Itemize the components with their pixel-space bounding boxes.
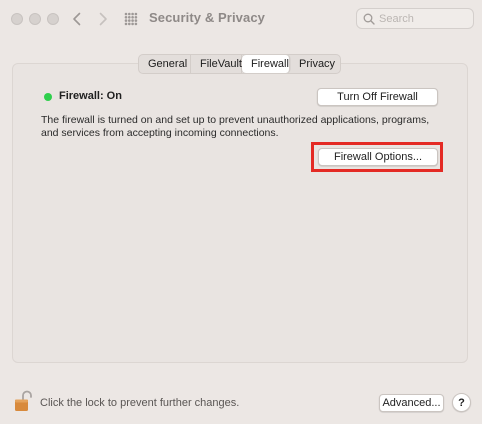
advanced-button[interactable]: Advanced... xyxy=(379,394,444,412)
zoom-window-button[interactable] xyxy=(47,13,59,25)
security-privacy-window: Security & Privacy General FileVault Fir… xyxy=(0,0,482,424)
lock-button[interactable] xyxy=(14,390,32,412)
forward-button[interactable] xyxy=(93,9,113,29)
minimize-window-button[interactable] xyxy=(29,13,41,25)
tab-firewall[interactable]: Firewall xyxy=(242,55,290,73)
chevron-right-icon xyxy=(99,12,107,26)
tab-bar: General FileVault Firewall Privacy xyxy=(138,54,341,74)
show-all-button[interactable] xyxy=(122,10,140,28)
toolbar: Security & Privacy xyxy=(0,0,482,38)
tab-privacy[interactable]: Privacy xyxy=(290,55,340,73)
close-window-button[interactable] xyxy=(11,13,23,25)
tab-general[interactable]: General xyxy=(139,55,191,73)
window-title: Security & Privacy xyxy=(149,10,265,25)
grid-icon xyxy=(124,12,138,26)
search-icon xyxy=(363,13,375,25)
firewall-options-button[interactable]: Firewall Options... xyxy=(318,148,438,166)
firewall-status-indicator xyxy=(44,93,52,101)
turn-off-firewall-button[interactable]: Turn Off Firewall xyxy=(317,88,438,106)
chevron-left-icon xyxy=(73,12,81,26)
firewall-status-label: Firewall: On xyxy=(59,90,122,102)
search-input[interactable] xyxy=(379,12,465,25)
tab-panel xyxy=(12,63,468,363)
tab-filevault[interactable]: FileVault xyxy=(191,55,242,73)
unlocked-padlock-icon xyxy=(15,390,32,411)
firewall-description: The firewall is turned on and set up to … xyxy=(41,114,430,139)
help-button[interactable]: ? xyxy=(452,393,471,412)
search-field[interactable] xyxy=(356,8,474,29)
lock-hint-text: Click the lock to prevent further change… xyxy=(40,397,240,409)
back-button[interactable] xyxy=(67,9,87,29)
